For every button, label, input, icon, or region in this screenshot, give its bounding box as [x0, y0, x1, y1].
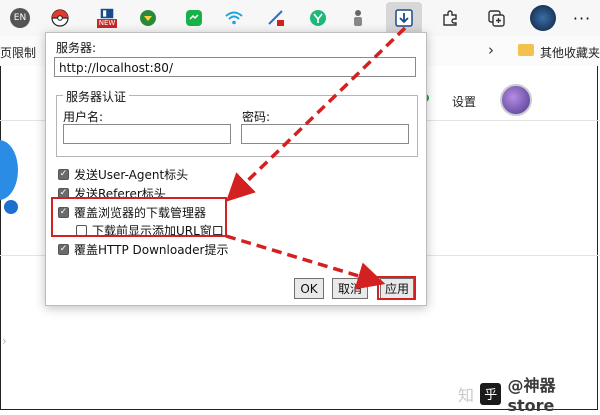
pokeball-extension-icon[interactable] [50, 8, 70, 28]
collections-icon[interactable] [486, 8, 506, 28]
chat-extension-icon[interactable] [184, 8, 204, 28]
option-label: 覆盖HTTP Downloader提示 [74, 243, 229, 257]
checkbox-checked[interactable]: ✓ [58, 244, 69, 255]
server-auth-group: 服务器认证 用户名: 密码: [56, 88, 418, 157]
download-helper-icon[interactable] [138, 8, 158, 28]
signal-extension-icon[interactable] [266, 8, 286, 28]
watermark-prefix: 知 [458, 385, 475, 405]
person-extension-icon[interactable] [348, 8, 368, 28]
option-label: 发送User-Agent标头 [74, 168, 189, 182]
play-badge-icon [4, 200, 18, 214]
user-avatar[interactable] [500, 84, 532, 116]
checkbox-checked[interactable]: ✓ [58, 169, 69, 180]
download-arrow-icon[interactable] [394, 8, 414, 28]
extensions-puzzle-icon[interactable] [440, 8, 460, 28]
y-extension-icon[interactable] [308, 8, 328, 28]
chevron-right-icon-small: › [2, 334, 7, 348]
language-icon[interactable]: EN [10, 8, 30, 28]
password-label: 密码: [242, 110, 271, 124]
username-label: 用户名: [63, 110, 104, 124]
option-override-http-downloader-prompt[interactable]: ✓ 覆盖HTTP Downloader提示 [58, 241, 229, 258]
wifi-icon[interactable] [224, 8, 244, 28]
server-auth-legend: 服务器认证 [63, 88, 130, 105]
server-url-input[interactable]: http://localhost:80/ [54, 57, 416, 77]
ok-button[interactable]: OK [294, 278, 324, 299]
option-send-user-agent[interactable]: ✓ 发送User-Agent标头 [58, 166, 188, 183]
password-input[interactable] [241, 124, 409, 144]
watermark: 知 乎 @神器store [458, 372, 600, 415]
settings-link[interactable]: 设置 [452, 93, 476, 110]
reader-extension-icon[interactable]: NEW [92, 8, 122, 28]
watermark-badge: 乎 [480, 382, 502, 405]
cancel-button[interactable]: 取消 [332, 278, 368, 299]
profile-avatar-icon[interactable] [530, 5, 556, 31]
other-favorites-folder[interactable]: 其他收藏夹 [540, 44, 600, 61]
extension-options-popup: 服务器: http://localhost:80/ 服务器认证 用户名: 密码:… [45, 32, 427, 306]
more-menu-icon[interactable]: ··· [572, 8, 592, 28]
highlight-box-override [51, 197, 227, 237]
language-badge: EN [13, 13, 27, 23]
new-badge: NEW [96, 19, 118, 28]
highlight-box-apply [377, 276, 416, 300]
bookmark-item-left[interactable]: 页限制 [0, 44, 36, 61]
chevron-right-icon[interactable]: › [488, 41, 494, 59]
server-label: 服务器: [56, 41, 97, 55]
watermark-suffix: @神器store [507, 376, 556, 415]
username-input[interactable] [63, 124, 231, 144]
folder-icon [518, 44, 534, 56]
